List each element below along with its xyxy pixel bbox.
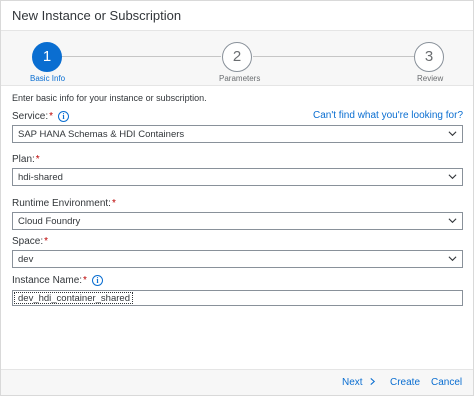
service-label-text: Service:	[12, 111, 49, 123]
chevron-down-icon	[448, 131, 457, 137]
required-marker: *	[35, 154, 40, 165]
dialog-footer: Next Create Cancel	[1, 369, 473, 395]
wizard-progress: 1 Basic Info 2 Parameters 3 Review	[1, 31, 473, 86]
dialog-header: New Instance or Subscription	[1, 1, 473, 31]
runtime-value: Cloud Foundry	[18, 216, 81, 227]
chevron-right-icon	[369, 378, 375, 385]
wizard-connector	[253, 56, 414, 57]
chevron-down-icon	[448, 256, 457, 262]
wizard-step-3[interactable]: 3	[414, 42, 444, 72]
space-value: dev	[18, 254, 34, 265]
new-instance-dialog: New Instance or Subscription 1 Basic Inf…	[0, 0, 474, 396]
chevron-down-icon	[448, 218, 457, 224]
runtime-select[interactable]: Cloud Foundry	[12, 212, 463, 230]
service-select[interactable]: SAP HANA Schemas & HDI Containers	[12, 125, 463, 143]
plan-select[interactable]: hdi-shared	[12, 168, 463, 186]
info-icon[interactable]: i	[91, 275, 103, 286]
plan-label: Plan:*	[12, 154, 40, 165]
info-icon[interactable]: i	[58, 111, 70, 122]
wizard-connector	[61, 56, 221, 57]
chevron-down-icon	[448, 174, 457, 180]
space-label-text: Space:	[12, 236, 44, 247]
plan-value: hdi-shared	[18, 172, 63, 183]
wizard-step-2-label: Parameters	[219, 74, 261, 83]
runtime-label-text: Runtime Environment:	[12, 198, 111, 209]
instance-name-input[interactable]: dev_hdi_container_shared	[12, 290, 463, 306]
service-label: Service:* i	[12, 111, 70, 123]
cancel-button[interactable]: Cancel	[431, 377, 462, 388]
instance-name-value: dev_hdi_container_shared	[18, 293, 130, 304]
space-label: Space:*	[12, 236, 48, 247]
dialog-title: New Instance or Subscription	[12, 8, 182, 23]
space-select[interactable]: dev	[12, 250, 463, 268]
instance-name-label: Instance Name:* i	[12, 275, 103, 286]
wizard-step-3-label: Review	[417, 74, 444, 83]
next-label: Next	[342, 377, 363, 388]
required-marker: *	[49, 111, 54, 123]
required-marker: *	[111, 198, 116, 209]
wizard-step-1[interactable]: 1	[32, 42, 62, 72]
wizard-step-1-label: Basic Info	[30, 74, 66, 83]
plan-label-text: Plan:	[12, 154, 35, 165]
runtime-label: Runtime Environment:*	[12, 198, 116, 209]
form-intro: Enter basic info for your instance or su…	[12, 93, 207, 103]
create-button[interactable]: Create	[390, 377, 420, 388]
required-marker: *	[83, 275, 87, 287]
next-button[interactable]: Next	[342, 377, 376, 388]
wizard-step-2[interactable]: 2	[222, 42, 252, 72]
instance-name-label-text: Instance Name:	[12, 275, 83, 287]
cant-find-link[interactable]: Can't find what you're looking for?	[313, 110, 463, 121]
service-value: SAP HANA Schemas & HDI Containers	[18, 129, 185, 140]
required-marker: *	[44, 236, 49, 247]
